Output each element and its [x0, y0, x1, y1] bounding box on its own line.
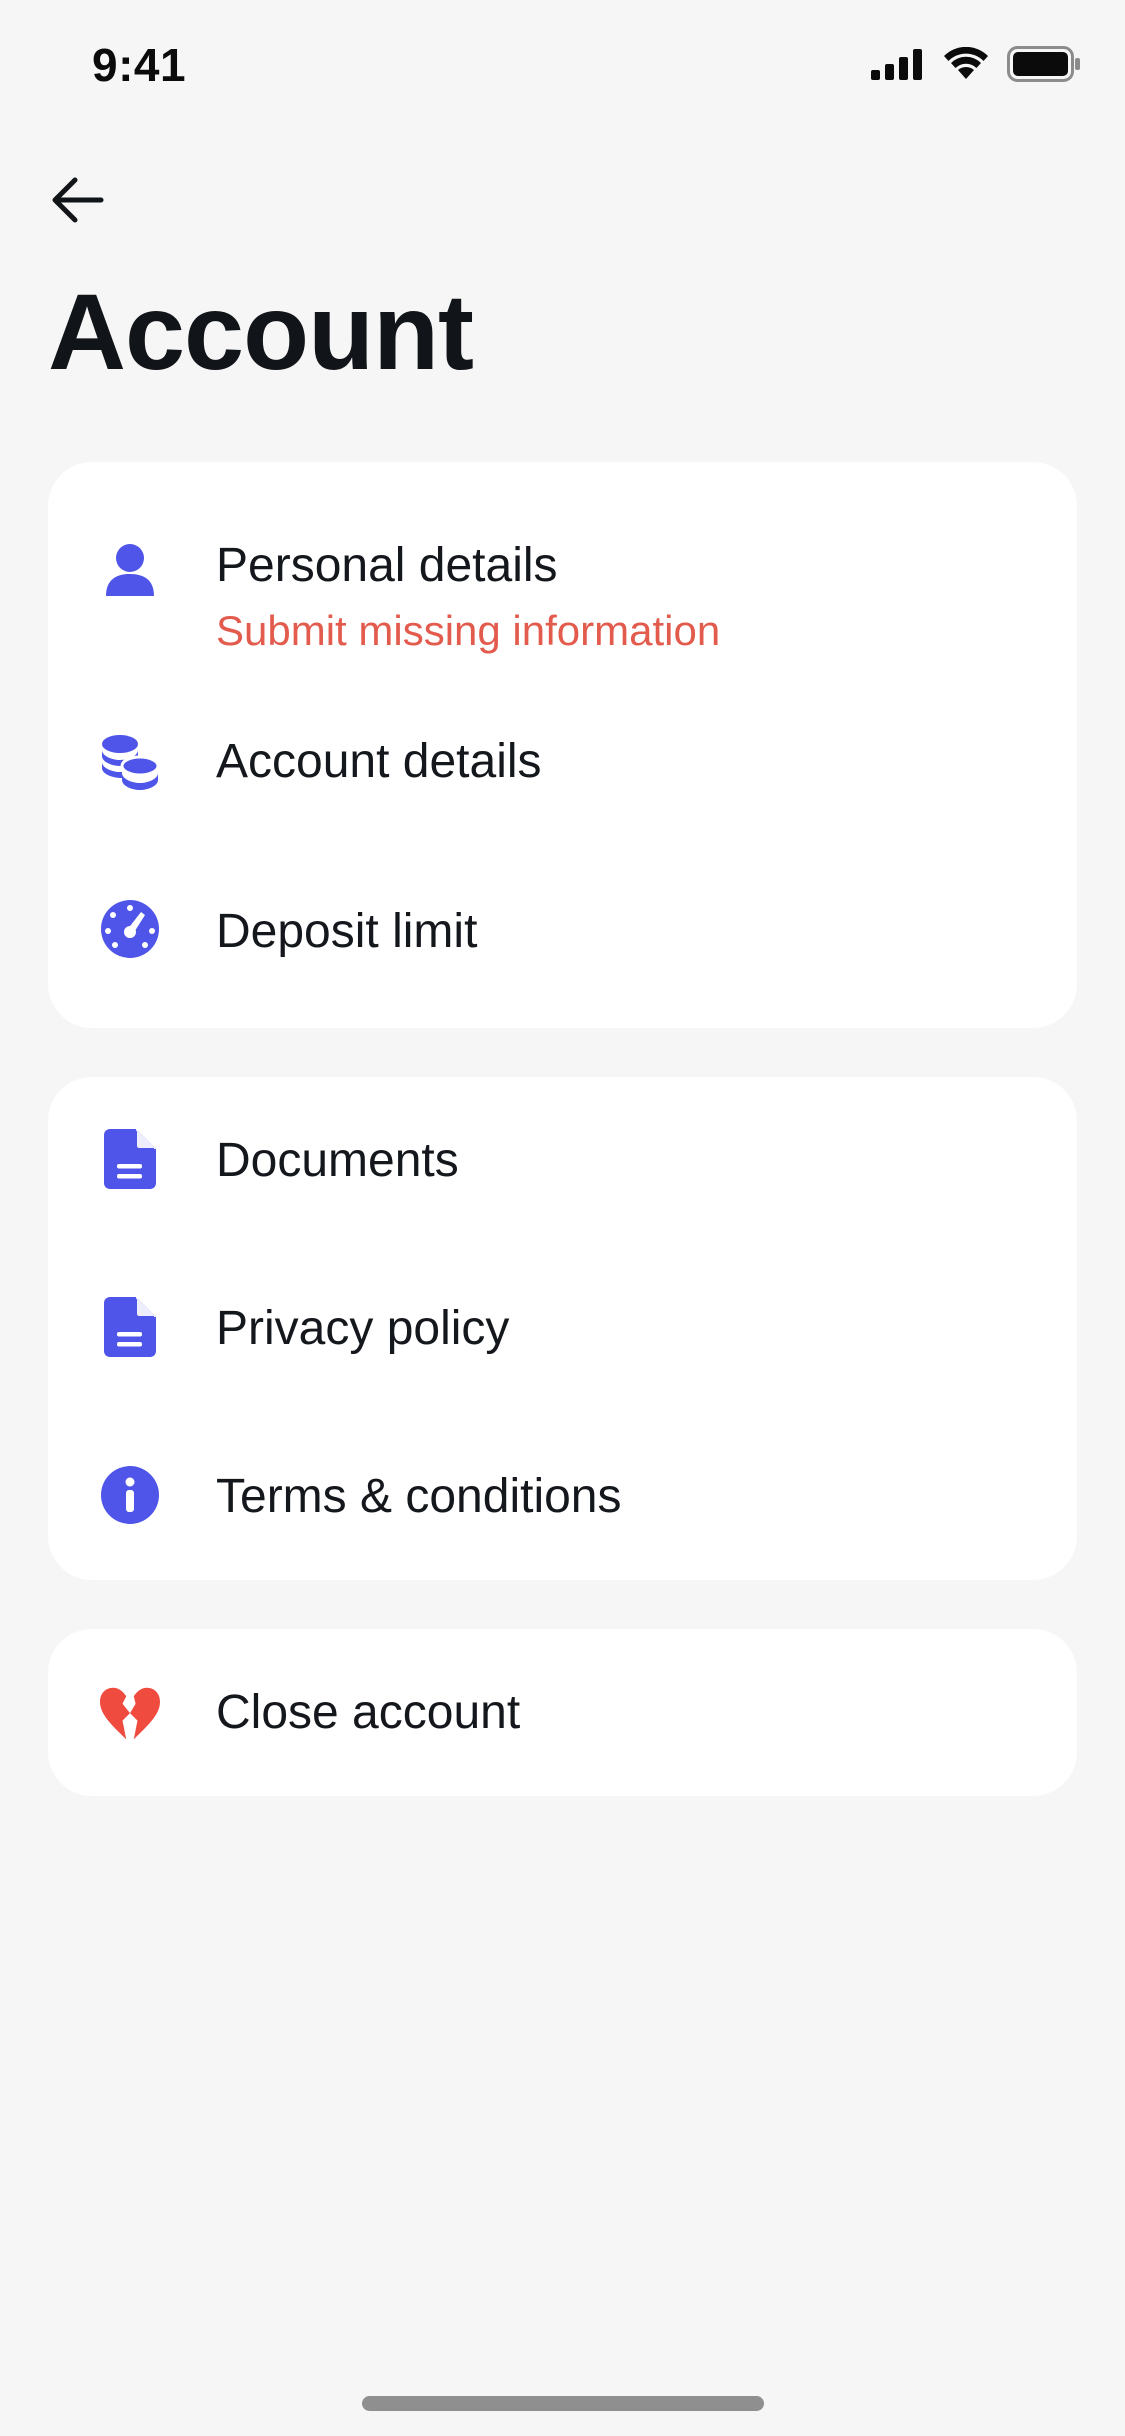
document-icon	[100, 1129, 160, 1189]
battery-icon	[1007, 46, 1080, 82]
danger-group: Close account	[48, 1629, 1077, 1796]
menu-item-deposit-limit[interactable]: Deposit limit	[48, 852, 1077, 1012]
page-title: Account	[48, 271, 474, 392]
status-time: 9:41	[92, 39, 187, 91]
menu-item-label: Privacy policy	[216, 1302, 510, 1355]
legal-group: Documents Privacy policy Terms & conditi…	[48, 1077, 1077, 1580]
menu-item-account-details[interactable]: Account details	[48, 682, 1077, 842]
cellular-signal-icon	[871, 49, 922, 80]
person-icon	[100, 540, 160, 600]
home-indicator[interactable]	[362, 2396, 764, 2411]
status-bar: 9:41	[0, 0, 1125, 140]
menu-item-label: Documents	[216, 1134, 459, 1187]
menu-item-label: Terms & conditions	[216, 1470, 622, 1523]
menu-item-privacy-policy[interactable]: Privacy policy	[48, 1245, 1077, 1413]
account-settings-group: Personal details Submit missing informat…	[48, 462, 1077, 1028]
menu-item-label: Account details	[216, 735, 542, 788]
coins-icon	[100, 732, 160, 792]
menu-item-documents[interactable]: Documents	[48, 1077, 1077, 1245]
broken-heart-icon	[100, 1684, 160, 1744]
info-icon	[100, 1465, 160, 1525]
gauge-icon	[100, 899, 160, 959]
menu-item-personal-details[interactable]: Personal details Submit missing informat…	[48, 482, 1077, 672]
document-icon	[100, 1297, 160, 1357]
back-button[interactable]	[42, 165, 112, 235]
arrow-left-icon	[52, 177, 104, 223]
missing-info-warning: Submit missing information	[216, 607, 721, 654]
menu-item-terms-conditions[interactable]: Terms & conditions	[48, 1413, 1077, 1580]
menu-item-close-account[interactable]: Close account	[48, 1629, 1077, 1796]
menu-item-label: Personal details	[216, 539, 558, 592]
menu-item-label: Close account	[216, 1686, 521, 1739]
wifi-icon	[944, 47, 988, 79]
menu-item-label: Deposit limit	[216, 905, 478, 958]
status-icons	[871, 46, 1081, 82]
